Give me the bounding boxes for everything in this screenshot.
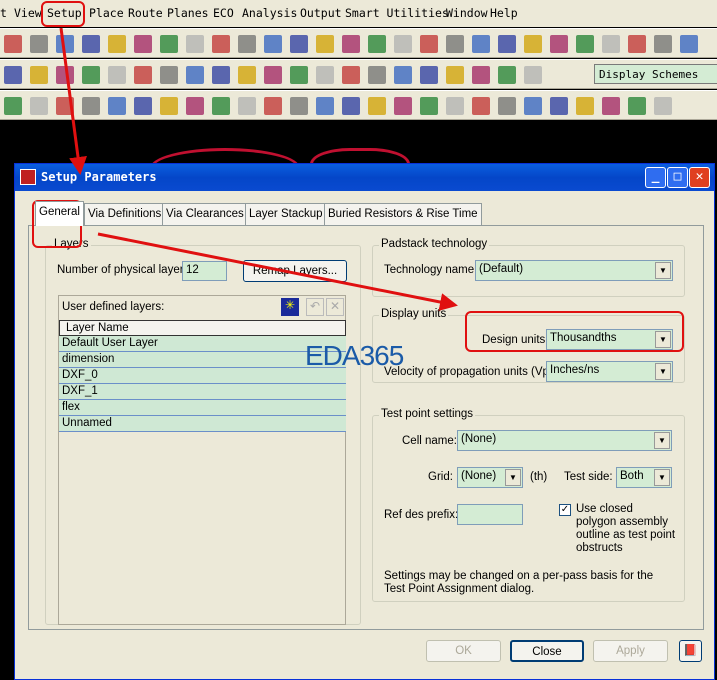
tab-general[interactable]: General <box>35 201 84 226</box>
arrow-to-dialog <box>59 27 87 175</box>
arrow-to-design-units <box>97 232 458 311</box>
annotation-arrows <box>59 27 458 311</box>
